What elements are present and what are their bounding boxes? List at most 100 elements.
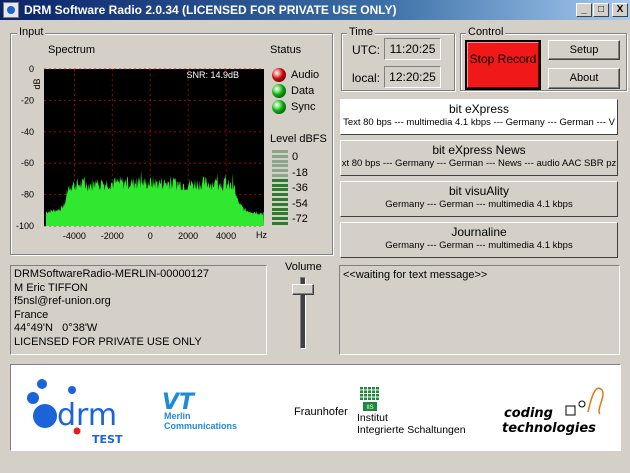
station-coordinates: 44°49'N 0°38'W [14,322,98,334]
iis-logo-dot [376,394,379,397]
level-segment [272,150,288,153]
fraunhofer-text: Fraunhofer [294,406,348,418]
x-tick-label: 4000 [216,231,236,241]
input-group-label: Input [17,26,46,38]
text-message-box: <<waiting for text message>> [339,265,620,355]
station-license: LICENSED FOR PRIVATE USE ONLY [14,335,202,348]
iis-logo-dot [360,397,363,400]
communications-text: Communications [164,421,237,431]
iis-logo-dot [368,397,371,400]
iis-logo-icon: IIS [360,387,379,411]
y-tick-label: -20 [21,95,34,105]
level-segment [272,169,288,173]
service-button-3[interactable]: bit visuAlity Germany --- German --- mul… [340,181,618,217]
iis-logo-dot [376,387,379,390]
service-name: Journaline [451,225,507,239]
utc-time: 11:20:25 [384,38,441,60]
maximize-button[interactable]: □ [593,3,609,17]
sync-status-icon [272,100,286,114]
setup-button[interactable]: Setup [548,40,620,60]
iis-logo-dot [376,390,379,393]
merlin-text: Merlin [164,411,191,421]
level-segment [272,207,288,211]
volume-label: Volume [285,261,322,273]
level-segment [272,164,288,168]
data-status-label: Data [291,85,315,97]
level-segment [272,221,288,225]
iis-line-2: Integrierte Schaltungen [357,424,466,436]
app-icon [3,2,19,18]
spectrum-x-ticks: -4000 -2000 0 2000 4000 [63,231,236,241]
level-segment [272,188,288,192]
sync-status-label: Sync [291,101,316,113]
y-tick-label: -80 [21,190,34,200]
y-unit-label: dB [32,78,42,89]
iis-logo-dot [368,390,371,393]
x-tick-label: 2000 [178,231,198,241]
service-name: bit visuAlity [448,184,510,198]
coding-text: coding [504,406,553,421]
iis-logo-dot [360,387,363,390]
close-button[interactable]: X [612,3,628,17]
local-time: 12:20:25 [384,66,441,88]
station-email: f5nsl@ref-union.org [14,295,111,307]
drm-logo: drm TEST [27,379,123,446]
drm-test-text: TEST [92,433,123,446]
snr-readout: SNR: 14.9dB [186,70,239,80]
text-message: <<waiting for text message>> [343,269,488,281]
iis-logo-dot [372,390,375,393]
level-tick: -72 [292,213,308,225]
data-status-icon [272,84,286,98]
minimize-button[interactable]: _ [576,3,592,17]
window-title: DRM Software Radio 2.0.34 (LICENSED FOR … [24,3,397,17]
iis-logo-dot [360,394,363,397]
x-tick-label: -2000 [101,231,124,241]
service-name: bit eXpress [448,102,510,116]
x-tick-label: -4000 [63,231,86,241]
volume-slider-thumb[interactable] [292,284,314,295]
y-tick-label: -40 [21,127,34,137]
service-name: bit eXpress News [432,143,526,157]
level-segment [272,193,288,197]
iis-line-1: Institut [357,412,388,424]
x-unit-label: Hz [256,230,267,240]
level-segment [272,173,288,177]
iis-logo-dot [372,394,375,397]
level-meter [272,150,288,228]
level-segment [272,202,288,206]
status-label: Status [270,44,302,56]
iis-logo-dot [368,387,371,390]
level-segment [272,183,288,187]
station-info: DRMSoftwareRadio-MERLIN-00000127 M Eric … [10,265,267,355]
iis-logo-dot [372,397,375,400]
level-tick: 0 [292,151,299,163]
stop-record-button[interactable]: Stop Record [467,42,539,88]
level-scale: 0 -18 -36 -54 -72 [292,150,308,228]
control-group-label: Control [466,26,506,38]
level-segment [272,178,288,182]
level-segment [272,212,288,216]
y-tick-label: -60 [21,158,34,168]
technologies-text: technologies [502,421,596,436]
station-country: France [14,308,49,321]
level-tick: -54 [292,197,308,210]
audio-status-label: Audio [291,69,320,81]
iis-name: Institut Integrierte Schaltungen [357,412,466,436]
iis-logo-dot [376,397,379,400]
service-button-4[interactable]: Journaline Germany --- German --- multim… [340,222,618,258]
iis-logo-dot [364,390,367,393]
y-tick-label: -100 [16,221,34,231]
iis-logo-dot [364,397,367,400]
iis-logo-dot [368,394,371,397]
local-label: local: [352,71,381,85]
utc-label: UTC: [352,43,380,57]
service-button-2[interactable]: bit eXpress News xt 80 bps --- Germany -… [340,140,618,176]
level-segment [272,154,288,158]
y-tick-label: 0 [29,64,34,74]
about-button[interactable]: About [548,68,620,89]
service-button-1[interactable]: bit eXpress Text 80 bps --- multimedia 4… [340,99,618,135]
spectrum-plot: 0 -20 -40 -60 -80 -100 -4000 -2000 0 2000 4000 SN… [16,64,268,241]
iis-logo-dot [364,394,367,397]
level-label: Level dBFS [270,133,327,145]
iis-logo-dot [360,390,363,393]
